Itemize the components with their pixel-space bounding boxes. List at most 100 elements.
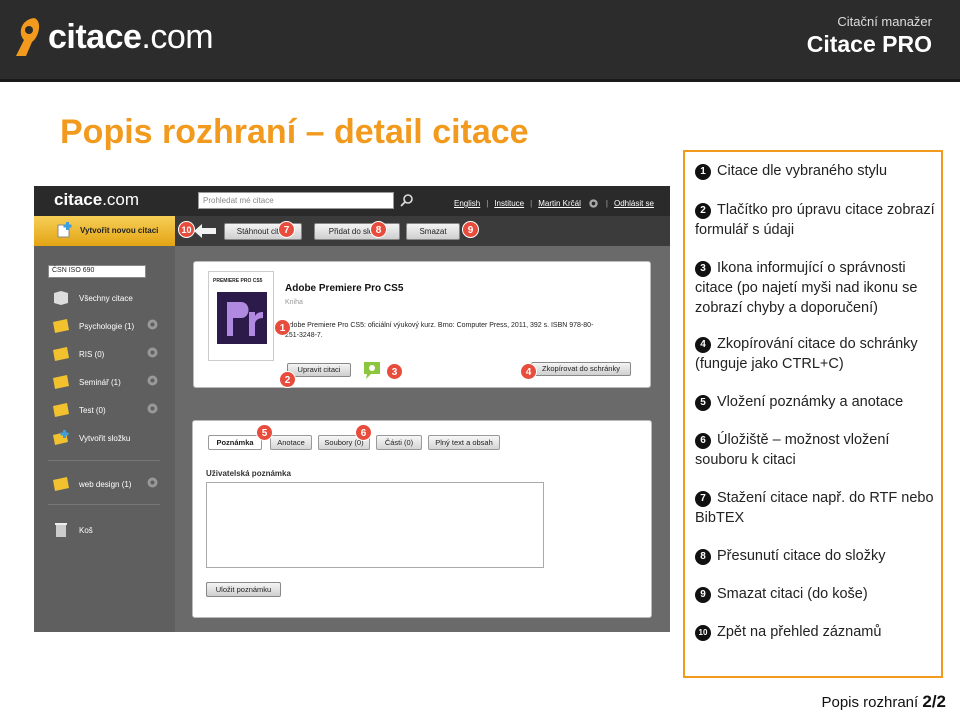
delete-button[interactable]: Smazat — [406, 223, 460, 240]
citace-logo-icon — [16, 18, 40, 56]
legend-item: 5 Vložení poznámky a anotace — [695, 392, 935, 412]
marker-6: 6 — [355, 424, 372, 441]
sidebar-item-test[interactable]: Test (0) — [52, 402, 106, 418]
folder-icon — [53, 375, 69, 389]
legend-number: 2 — [695, 203, 711, 219]
legend-text: Smazat citaci (do koše) — [717, 586, 868, 602]
sidebar-item-create-folder[interactable]: Vytvořit složku — [52, 430, 130, 446]
legend-item: 1 Citace dle vybraného stylu — [695, 161, 935, 181]
trash-icon — [55, 523, 67, 537]
add-folder-icon — [53, 430, 69, 445]
link-separator: | — [486, 199, 489, 208]
book-cover: PREMIERE PRO CS5 — [208, 271, 274, 361]
page-number: 2/2 — [922, 692, 946, 711]
legend-text: Vložení poznámky a anotace — [717, 394, 904, 410]
citation-style-select[interactable]: ČSN ISO 690 — [48, 265, 146, 278]
legend-item: 10 Zpět na přehled záznamů — [695, 622, 935, 642]
sidebar-item-label: Test (0) — [79, 405, 106, 415]
app-logo-text: citace — [54, 190, 103, 209]
marker-3: 3 — [386, 363, 403, 380]
gear-icon[interactable] — [146, 402, 159, 415]
folder-icon — [54, 291, 68, 305]
link-user[interactable]: Martin Krčál — [538, 199, 581, 208]
gear-icon[interactable] — [587, 197, 600, 210]
citation-title: Adobe Premiere Pro CS5 — [285, 283, 404, 294]
folder-icon — [53, 347, 69, 361]
app-screenshot: citace.com Prohledat mé citace English |… — [34, 186, 670, 632]
footer-label: Popis rozhraní — [821, 694, 919, 711]
sidebar-item-label: RIS (0) — [79, 349, 105, 359]
sidebar-divider — [48, 504, 160, 505]
top-links: English | Instituce | Martin Krčál | Odh… — [454, 197, 654, 210]
citation-text: Adobe Premiere Pro CS5: oficiální výukov… — [285, 322, 594, 339]
note-textarea[interactable] — [206, 482, 544, 568]
legend-number: 4 — [695, 337, 711, 353]
logo-suffix: .com — [141, 17, 214, 56]
sidebar-item-ris[interactable]: RIS (0) — [52, 346, 104, 362]
marker-2: 2 — [279, 371, 296, 388]
page-title: Popis rozhraní – detail citace — [60, 113, 529, 151]
legend-number: 1 — [695, 164, 711, 180]
marker-8: 8 — [370, 221, 387, 238]
sidebar-item-all[interactable]: Všechny citace — [52, 290, 133, 306]
premiere-logo-icon — [217, 292, 267, 344]
sidebar-item-trash[interactable]: Koš — [52, 522, 93, 538]
save-note-button[interactable]: Uložit poznámku — [206, 582, 281, 597]
link-logout[interactable]: Odhlásit se — [614, 199, 654, 208]
legend-number: 5 — [695, 395, 711, 411]
citation-check-icon[interactable] — [362, 360, 382, 380]
legend-text: Zpět na přehled záznamů — [717, 624, 882, 640]
sidebar-item-seminar[interactable]: Seminář (1) — [52, 374, 121, 390]
new-citation-button[interactable]: Vytvořit novou citaci — [34, 216, 175, 246]
folder-icon — [53, 403, 69, 417]
back-arrow-icon[interactable] — [194, 224, 216, 238]
gear-icon[interactable] — [146, 318, 159, 331]
marker-1: 1 — [274, 319, 291, 336]
sidebar-item-label: Všechny citace — [79, 293, 133, 303]
search-icon[interactable] — [400, 193, 414, 207]
legend-text: Ikona informující o správnosti citace (p… — [695, 260, 918, 316]
tab-note[interactable]: Poznámka — [208, 435, 262, 450]
legend-text: Přesunutí citace do složky — [717, 548, 886, 564]
logo-text: citace — [48, 17, 142, 56]
search-input[interactable]: Prohledat mé citace — [198, 192, 394, 209]
new-citation-icon — [57, 222, 72, 238]
legend-item: 2 Tlačítko pro úpravu citace zobrazí form… — [695, 200, 935, 240]
tab-annotation[interactable]: Anotace — [270, 435, 312, 450]
edit-citation-button[interactable]: Upravit citaci — [287, 363, 351, 377]
sidebar-item-psychology[interactable]: Psychologie (1) — [52, 318, 134, 334]
link-separator: | — [530, 199, 533, 208]
legend-panel: 1 Citace dle vybraného stylu 2 Tlačítko pr… — [683, 150, 943, 678]
gear-icon[interactable] — [146, 476, 159, 489]
legend-number: 10 — [695, 625, 711, 641]
gear-icon[interactable] — [146, 346, 159, 359]
header-bar: citace.com Citační manažer Citace PRO — [0, 0, 960, 82]
legend-item: 9 Smazat citaci (do koše) — [695, 584, 935, 604]
legend-text: Tlačítko pro úpravu citace zobrazí formu… — [695, 202, 935, 238]
link-english[interactable]: English — [454, 199, 480, 208]
marker-4: 4 — [520, 363, 537, 380]
legend-item: 7 Stažení citace např. do RTF nebo BibTEX — [695, 488, 935, 528]
legend-item: 4 Zkopírování citace do schránky (funguje… — [695, 334, 935, 374]
marker-7: 7 — [278, 221, 295, 238]
legend-text: Zkopírování citace do schránky (funguje … — [695, 336, 918, 372]
marker-5: 5 — [256, 424, 273, 441]
tab-parts[interactable]: Části (0) — [376, 435, 422, 450]
link-institution[interactable]: Instituce — [494, 199, 524, 208]
legend-number: 9 — [695, 587, 711, 603]
brand-block: Citační manažer Citace PRO — [807, 14, 932, 58]
app-logo[interactable]: citace.com — [54, 190, 139, 210]
new-citation-label: Vytvořit novou citaci — [80, 226, 159, 235]
legend-item: 8 Přesunutí citace do složky — [695, 546, 935, 566]
legend-number: 6 — [695, 433, 711, 449]
sidebar-item-web-design[interactable]: web design (1) — [52, 476, 131, 492]
sidebar-item-label: Seminář (1) — [79, 377, 121, 387]
tab-full-text[interactable]: Plný text a obsah — [428, 435, 500, 450]
sidebar-item-label: Koš — [79, 525, 93, 535]
citace-logo[interactable]: citace.com — [12, 14, 214, 60]
copy-to-clipboard-button[interactable]: Zkopírovat do schránky — [531, 362, 631, 376]
move-to-folder-button[interactable]: Přidat do složky — [314, 223, 400, 240]
citation-type: Kniha — [285, 299, 303, 306]
gear-icon[interactable] — [146, 374, 159, 387]
brand-title: Citace PRO — [806, 31, 932, 57]
